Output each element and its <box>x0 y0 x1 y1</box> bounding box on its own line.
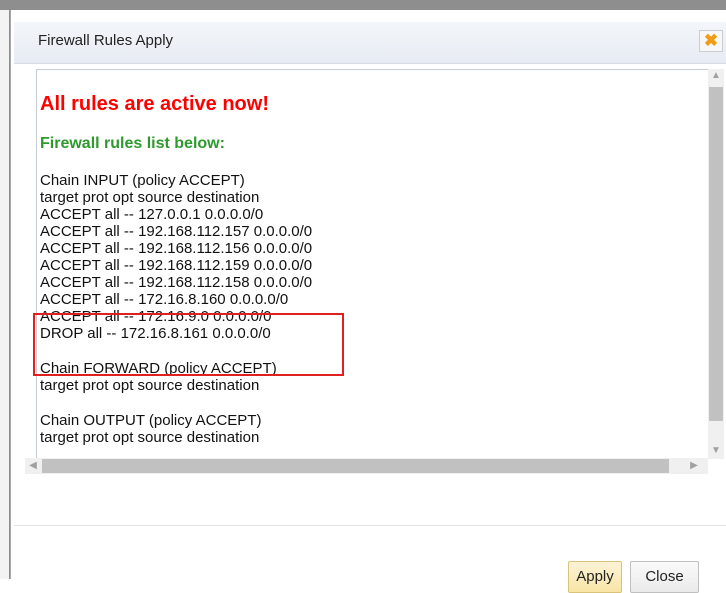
chain-output-title: Chain OUTPUT (policy ACCEPT) <box>40 412 262 429</box>
rule-line: ACCEPT all -- 192.168.112.156 0.0.0.0/0 <box>40 240 313 257</box>
chain-input-title: Chain INPUT (policy ACCEPT) <box>40 172 245 189</box>
rule-line: ACCEPT all -- 127.0.0.1 0.0.0.0/0 <box>40 206 264 223</box>
apply-button[interactable]: Apply <box>568 561 622 593</box>
footer-divider <box>14 525 726 526</box>
chain-output-columns: target prot opt source destination <box>40 429 260 446</box>
rule-line: ACCEPT all -- 172.16.9.0 0.0.0.0/0 <box>40 308 272 325</box>
chain-forward-columns: target prot opt source destination <box>40 377 260 394</box>
rules-content: All rules are active now! Firewall rules… <box>40 92 312 446</box>
chain-output-block: Chain OUTPUT (policy ACCEPT) target prot… <box>40 412 312 446</box>
dialog-title: Firewall Rules Apply <box>38 32 174 49</box>
chain-forward-title: Chain FORWARD (policy ACCEPT) <box>40 360 277 377</box>
chain-input-block: Chain INPUT (policy ACCEPT) target prot … <box>40 172 312 342</box>
vertical-scrollbar-thumb[interactable] <box>709 87 723 421</box>
scroll-up-icon[interactable]: ▲ <box>709 71 723 81</box>
rule-line: DROP all -- 172.16.8.161 0.0.0.0/0 <box>40 325 271 342</box>
close-button[interactable]: Close <box>630 561 699 593</box>
chain-input-columns: target prot opt source destination <box>40 189 260 206</box>
rule-line: ACCEPT all -- 172.16.8.160 0.0.0.0/0 <box>40 291 289 308</box>
rule-line: ACCEPT all -- 192.168.112.159 0.0.0.0/0 <box>40 257 313 274</box>
rules-content-frame: All rules are active now! Firewall rules… <box>36 69 709 459</box>
rule-line: ACCEPT all -- 192.168.112.158 0.0.0.0/0 <box>40 274 313 291</box>
status-heading: All rules are active now! <box>40 93 269 115</box>
close-icon[interactable]: ✖ <box>699 30 723 52</box>
scroll-left-icon[interactable]: ◀ <box>27 461 39 471</box>
backdrop-top-border <box>0 0 726 10</box>
rules-list-heading: Firewall rules list below: <box>40 135 225 152</box>
scroll-right-icon[interactable]: ▶ <box>688 461 700 471</box>
scroll-down-icon[interactable]: ▼ <box>709 446 723 456</box>
horizontal-scrollbar-thumb[interactable] <box>42 459 669 473</box>
rule-line: ACCEPT all -- 192.168.112.157 0.0.0.0/0 <box>40 223 313 240</box>
chain-forward-block: Chain FORWARD (policy ACCEPT) target pro… <box>40 360 312 394</box>
